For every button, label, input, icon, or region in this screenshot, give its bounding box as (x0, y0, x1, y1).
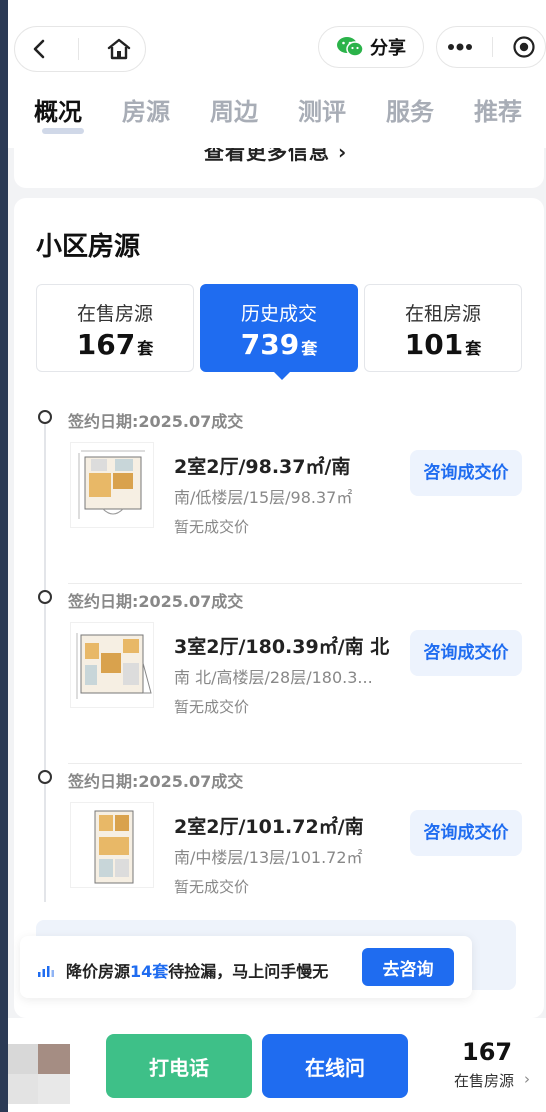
online-chat-button[interactable]: 在线问 (262, 1034, 408, 1098)
layout-detail: 南/中楼层/13层/101.72㎡ (174, 848, 363, 867)
layout-detail: 南/低楼层/15层/98.37㎡ (174, 488, 353, 507)
more-icon[interactable] (447, 43, 473, 51)
timeline-dot (38, 410, 52, 424)
floorplan-thumbnail (70, 622, 154, 708)
agent-avatar[interactable] (8, 1038, 78, 1108)
share-label: 分享 (370, 38, 406, 59)
stat-count: 101 (404, 328, 464, 361)
timeline-dot (38, 590, 52, 604)
section-title: 小区房源 (36, 232, 141, 262)
floorplan-thumbnail (70, 802, 154, 888)
for-sale-count[interactable]: 167 (462, 1038, 512, 1066)
more-info-link[interactable]: 查看更多信息 › (204, 148, 347, 165)
transaction-item[interactable]: 签约日期:2025.07成交 2室2厅/101.72㎡/南 南/中楼层/13层/… (14, 762, 544, 942)
banner-highlight: 14套 (130, 962, 169, 981)
floorplan-thumbnail (70, 442, 154, 528)
consult-price-button[interactable]: 咨询成交价 (410, 810, 522, 856)
layout-title: 2室2厅/98.37㎡/南 (174, 456, 351, 478)
layout-detail: 南 北/高楼层/28层/180.3... (174, 668, 373, 687)
sign-date: 签约日期:2025.07成交 (68, 772, 244, 791)
sign-date: 签约日期:2025.07成交 (68, 412, 244, 431)
back-icon[interactable] (29, 38, 51, 60)
tab-surroundings[interactable]: 周边 (210, 92, 258, 127)
wechat-icon (336, 36, 364, 58)
stat-unit: 套 (301, 339, 318, 358)
close-target-icon[interactable] (512, 35, 536, 59)
layout-title: 2室2厅/101.72㎡/南 (174, 816, 364, 838)
stat-count: 739 (240, 328, 300, 361)
left-edge-strip (0, 0, 8, 1112)
chevron-right-icon: › (524, 1070, 530, 1088)
stat-for-sale[interactable]: 在售房源 167 套 (36, 284, 194, 372)
home-icon[interactable] (106, 37, 132, 61)
timeline-dot (38, 770, 52, 784)
sign-date: 签约日期:2025.07成交 (68, 592, 244, 611)
miniprogram-capsule (436, 26, 546, 68)
consult-price-button[interactable]: 咨询成交价 (410, 630, 522, 676)
tab-listings[interactable]: 房源 (122, 92, 170, 127)
tab-reviews[interactable]: 测评 (298, 92, 346, 127)
active-pointer (273, 371, 291, 380)
signal-bars-icon (38, 962, 54, 977)
stat-unit: 套 (465, 339, 482, 358)
transaction-item[interactable]: 签约日期:2025.07成交 2室2厅/98.37㎡/南 南/低楼层/15层/9… (14, 402, 544, 584)
layout-title: 3室2厅/180.39㎡/南 北 (174, 636, 390, 658)
tab-services[interactable]: 服务 (386, 92, 434, 127)
price-note: 暂无成交价 (174, 698, 250, 716)
nav-capsule (14, 26, 146, 72)
listings-card: 小区房源 在售房源 167 套 历史成交 739 套 在租房源 101 套 签约日期:… (14, 198, 544, 1018)
stat-for-rent[interactable]: 在租房源 101 套 (364, 284, 522, 372)
consult-price-button[interactable]: 咨询成交价 (410, 450, 522, 496)
stat-label: 在售房源 (76, 303, 153, 325)
banner-message: 降价房源14套待捡漏，马上问手慢无 (66, 962, 329, 981)
price-note: 暂无成交价 (174, 878, 250, 896)
stat-label: 在租房源 (404, 303, 481, 325)
section-tabs: 概况 房源 周边 测评 服务 推荐 (8, 92, 546, 132)
tab-overview[interactable]: 概况 (34, 92, 82, 127)
overview-card-bottom[interactable]: 查看更多信息 › (14, 148, 544, 188)
call-button[interactable]: 打电话 (106, 1034, 252, 1098)
active-tab-indicator (42, 128, 84, 134)
for-sale-label[interactable]: 在售房源 (454, 1070, 514, 1091)
price-drop-banner[interactable]: 降价房源14套待捡漏，马上问手慢无 去咨询 (20, 936, 472, 998)
stat-history-sold[interactable]: 历史成交 739 套 (200, 284, 358, 380)
price-note: 暂无成交价 (174, 518, 250, 536)
tab-recommend[interactable]: 推荐 (474, 92, 522, 127)
bottom-action-bar: 打电话 在线问 167 在售房源 › (8, 1018, 546, 1112)
stat-label: 历史成交 (240, 303, 317, 325)
transaction-item[interactable]: 签约日期:2025.07成交 3室2厅/180.39㎡/南 北 南 北/高楼层/… (14, 582, 544, 764)
go-consult-button[interactable]: 去咨询 (362, 948, 454, 986)
header: 分享 概况 房源 周边 测评 服务 推荐 (8, 0, 546, 148)
stat-unit: 套 (137, 339, 154, 358)
stat-count: 167 (76, 328, 136, 361)
share-button[interactable]: 分享 (318, 26, 424, 68)
